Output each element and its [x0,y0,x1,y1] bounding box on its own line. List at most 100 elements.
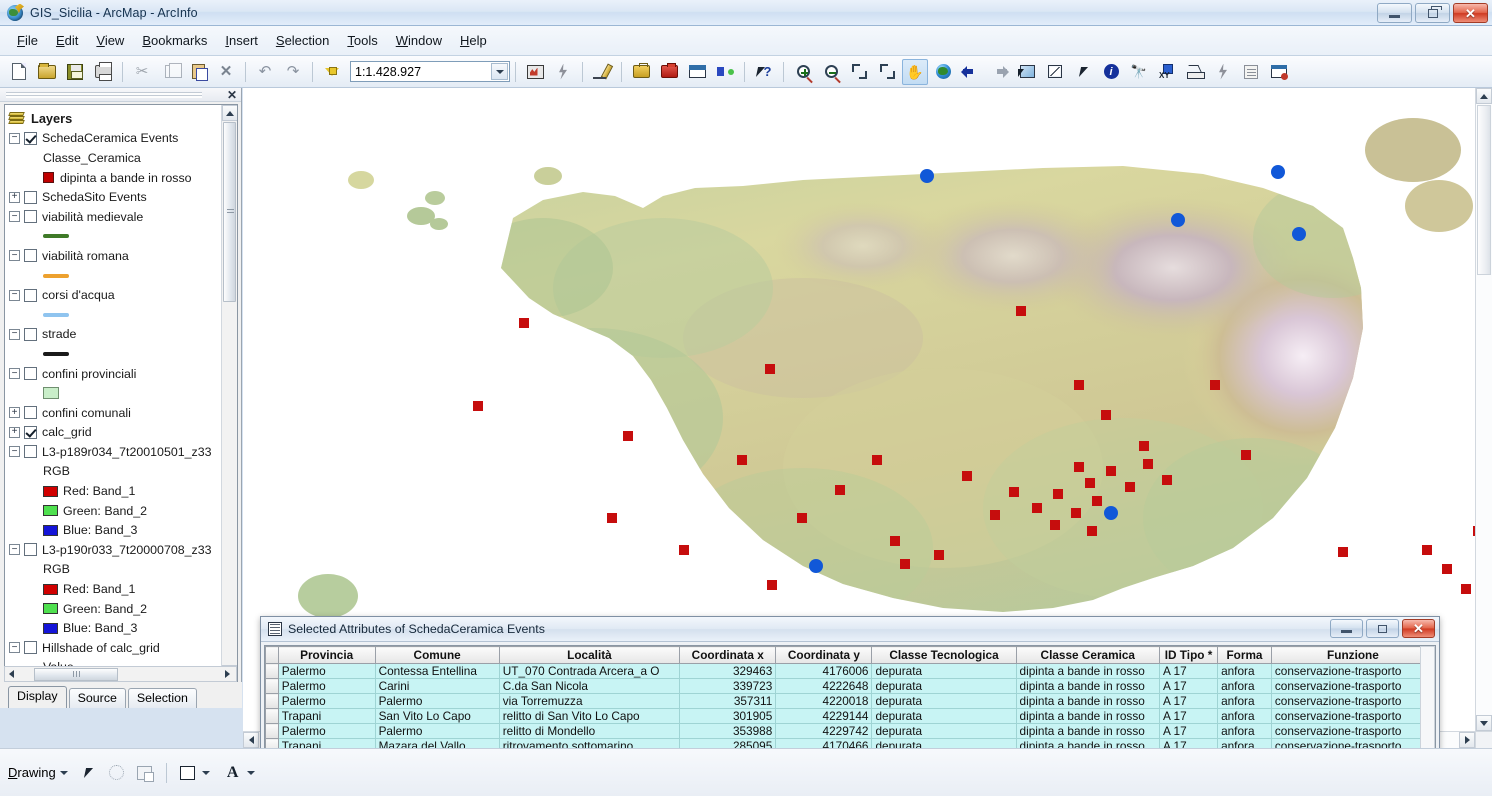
map-site-point[interactable] [767,579,778,590]
toc-layer-item[interactable]: + confini comunali [9,403,220,423]
table-cell[interactable]: depurata [871,708,1017,724]
table-cell[interactable]: UT_070 Contrada Arcera_a O [498,663,681,679]
menu-edit[interactable]: Edit [47,29,87,52]
column-header[interactable]: Coordinata x [679,646,777,664]
map-site-point[interactable] [990,510,1001,521]
toc-layer-item[interactable]: Red: Band_1 [9,579,220,599]
table-cell[interactable]: Palermo [374,723,500,739]
expander-toggle[interactable]: − [9,368,20,380]
menu-tools[interactable]: Tools [338,29,386,52]
table-cell[interactable]: 357311 [679,693,777,709]
map-scroll-up-button[interactable] [1476,88,1492,104]
table-cell[interactable]: A 17 [1159,693,1219,709]
scroll-left-button[interactable] [9,670,14,678]
table-cell[interactable]: conservazione-trasporto [1270,678,1435,694]
scrollbar-thumb[interactable] [223,122,236,302]
layer-visibility-checkbox[interactable] [24,425,37,439]
toc-horizontal-scrollbar[interactable] [4,666,237,682]
back-extent-button[interactable] [958,59,984,85]
select-all-cell[interactable] [265,646,279,664]
toc-symbol-row[interactable] [9,227,220,247]
menu-insert[interactable]: Insert [216,29,267,52]
table-cell[interactable]: 353988 [679,723,777,739]
open-map-button[interactable] [34,59,60,85]
add-window-button[interactable] [1266,59,1292,85]
arctoolbox-button[interactable] [628,59,654,85]
hscrollbar-thumb[interactable] [34,667,118,681]
expander-toggle[interactable]: − [9,544,20,556]
toc-layer-item[interactable]: Classe_Ceramica [9,148,220,168]
redo-button[interactable]: ↷ [280,59,306,85]
map-site-point[interactable] [890,535,901,546]
table-cell[interactable]: dipinta a bande in rosso [1015,663,1161,679]
table-cell[interactable]: A 17 [1159,708,1219,724]
table-cell[interactable]: anfora [1217,693,1272,709]
toc-layer-item[interactable]: − strade [9,325,220,345]
map-selected-point[interactable] [809,558,824,573]
toc-symbol-row[interactable] [9,344,220,364]
paste-button[interactable] [185,59,211,85]
forward-extent-button[interactable] [986,59,1012,85]
map-scroll-left-button[interactable] [243,732,259,748]
toc-symbol-row[interactable] [9,383,220,403]
pan-button[interactable]: ✋ [902,58,928,85]
table-cell[interactable]: Palermo [374,693,500,709]
table-cell[interactable]: Trapani [277,708,376,724]
drawing-menu-button[interactable]: Drawing [8,765,56,780]
identify-button[interactable]: i [1098,59,1124,85]
table-cell[interactable]: 4222648 [775,678,873,694]
expander-toggle[interactable]: − [9,446,20,458]
lightning-button[interactable] [550,59,576,85]
copy-button[interactable] [157,59,183,85]
tab-selection[interactable]: Selection [127,688,197,708]
map-site-point[interactable] [1092,496,1103,507]
map-vertical-scrollbar[interactable] [1475,88,1492,731]
map-site-point[interactable] [834,484,845,495]
layer-visibility-checkbox[interactable] [24,406,37,420]
attr-minimize-button[interactable] [1330,619,1363,638]
toc-layer-item[interactable]: − corsi d'acqua [9,285,220,305]
map-site-point[interactable] [1338,547,1349,558]
toc-layer-item[interactable]: RGB [9,560,220,580]
expander-toggle[interactable]: + [9,426,20,438]
chevron-down-icon[interactable] [59,770,68,775]
map-site-point[interactable] [871,454,882,465]
toc-symbol-row[interactable] [9,305,220,325]
table-cell[interactable]: A 17 [1159,723,1219,739]
map-scale-combo[interactable]: 1:1.428.927 [350,61,510,82]
toc-layer-item[interactable]: − L3-p189r034_7t20010501_z33 [9,442,220,462]
fixed-zoom-out-button[interactable] [874,59,900,85]
table-cell[interactable]: anfora [1217,708,1272,724]
draw-select-elements-button[interactable] [76,760,102,786]
table-cell[interactable]: conservazione-trasporto [1270,723,1435,739]
menu-file[interactable]: File [8,29,47,52]
map-site-point[interactable] [472,401,483,412]
table-cell[interactable]: A 17 [1159,678,1219,694]
table-cell[interactable]: 4229742 [775,723,873,739]
table-cell[interactable]: dipinta a bande in rosso [1015,678,1161,694]
map-site-point[interactable] [797,512,808,523]
measure-button[interactable] [1182,59,1208,85]
toc-layer-item[interactable]: − viabilità medievale [9,207,220,227]
map-site-point[interactable] [1143,459,1154,470]
toc-layer-item[interactable]: dipinta a bande in rosso [9,168,220,188]
table-cell[interactable]: dipinta a bande in rosso [1015,723,1161,739]
fixed-zoom-in-button[interactable] [846,59,872,85]
tab-source[interactable]: Source [68,688,126,708]
table-cell[interactable]: anfora [1217,678,1272,694]
map-site-point[interactable] [519,317,530,328]
layout-view-button[interactable] [522,59,548,85]
menu-window[interactable]: Window [387,29,451,52]
maximize-button[interactable] [1415,3,1450,23]
table-cell[interactable]: C.da San Nicola [498,678,681,694]
layer-visibility-checkbox[interactable] [24,288,37,302]
scroll-right-button[interactable] [225,670,230,678]
map-site-point[interactable] [899,558,910,569]
close-button[interactable]: ✕ [1453,3,1488,23]
map-selected-point[interactable] [1103,505,1118,520]
layer-visibility-checkbox[interactable] [24,249,37,263]
expander-toggle[interactable]: − [9,289,20,301]
table-cell[interactable]: conservazione-trasporto [1270,693,1435,709]
row-selector-cell[interactable] [265,723,279,739]
map-site-point[interactable] [1240,449,1251,460]
